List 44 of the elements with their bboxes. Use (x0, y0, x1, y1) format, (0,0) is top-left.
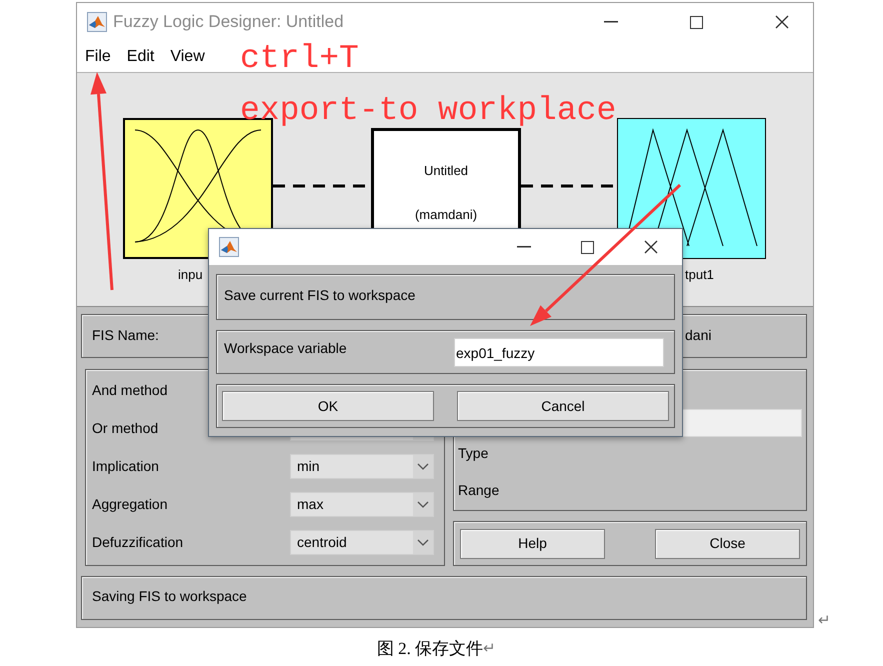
push-button[interactable]: Help (460, 528, 605, 558)
system-type: (mamdani) (414, 206, 478, 224)
annotation-text: ctrl+T (240, 42, 359, 75)
range-label: Range (458, 481, 500, 500)
chevron-down-icon (417, 500, 429, 508)
dropdown-field[interactable]: min (290, 454, 434, 478)
matlab-logo-icon (87, 12, 107, 32)
paragraph-mark: ↵ (483, 638, 496, 658)
method-label: Implication (92, 456, 159, 476)
workspace-variable-field[interactable]: exp01_fuzzy (454, 338, 664, 367)
annotation-text: export-to workplace (240, 94, 616, 127)
figure-caption: 图 2. 保存文件 (376, 638, 484, 660)
input-label: inpu (178, 266, 204, 284)
method-label: Or method (92, 418, 158, 438)
status-text: Saving FIS to workspace (92, 588, 247, 604)
close-icon[interactable] (775, 15, 789, 29)
dropdown-field[interactable]: max (290, 492, 434, 516)
field-label: Workspace variable (224, 339, 347, 358)
fis-type-value: dani (685, 326, 712, 345)
maximize-icon[interactable] (690, 16, 703, 28)
menu-item[interactable]: Edit (126, 44, 154, 68)
push-button[interactable]: OK (222, 391, 434, 421)
matlab-logo-icon (219, 237, 239, 257)
push-button[interactable]: Cancel (457, 391, 669, 421)
close-icon[interactable] (644, 240, 658, 254)
system-name: Untitled (424, 162, 468, 180)
chevron-down-icon (417, 462, 429, 470)
minimize-icon[interactable] (604, 21, 618, 23)
method-label: Aggregation (92, 494, 168, 514)
maximize-icon[interactable] (581, 240, 594, 254)
menu-item[interactable]: View (170, 44, 205, 68)
message-text: Save current FIS to workspace (224, 287, 416, 303)
dropdown-field[interactable]: centroid (290, 530, 434, 554)
type-label: Type (458, 444, 490, 463)
push-button[interactable]: Close (655, 528, 800, 558)
menu-item[interactable]: File (85, 44, 111, 68)
method-label: Defuzzification (92, 532, 184, 552)
chevron-down-icon (417, 538, 429, 546)
fis-name-label: FIS Name: (92, 326, 159, 345)
window-title: Fuzzy Logic Designer: Untitled (113, 11, 344, 34)
minimize-icon[interactable] (517, 246, 531, 248)
output-label: tput1 (685, 266, 715, 284)
paragraph-mark: ↵ (818, 610, 831, 630)
method-label: And method (92, 380, 168, 400)
